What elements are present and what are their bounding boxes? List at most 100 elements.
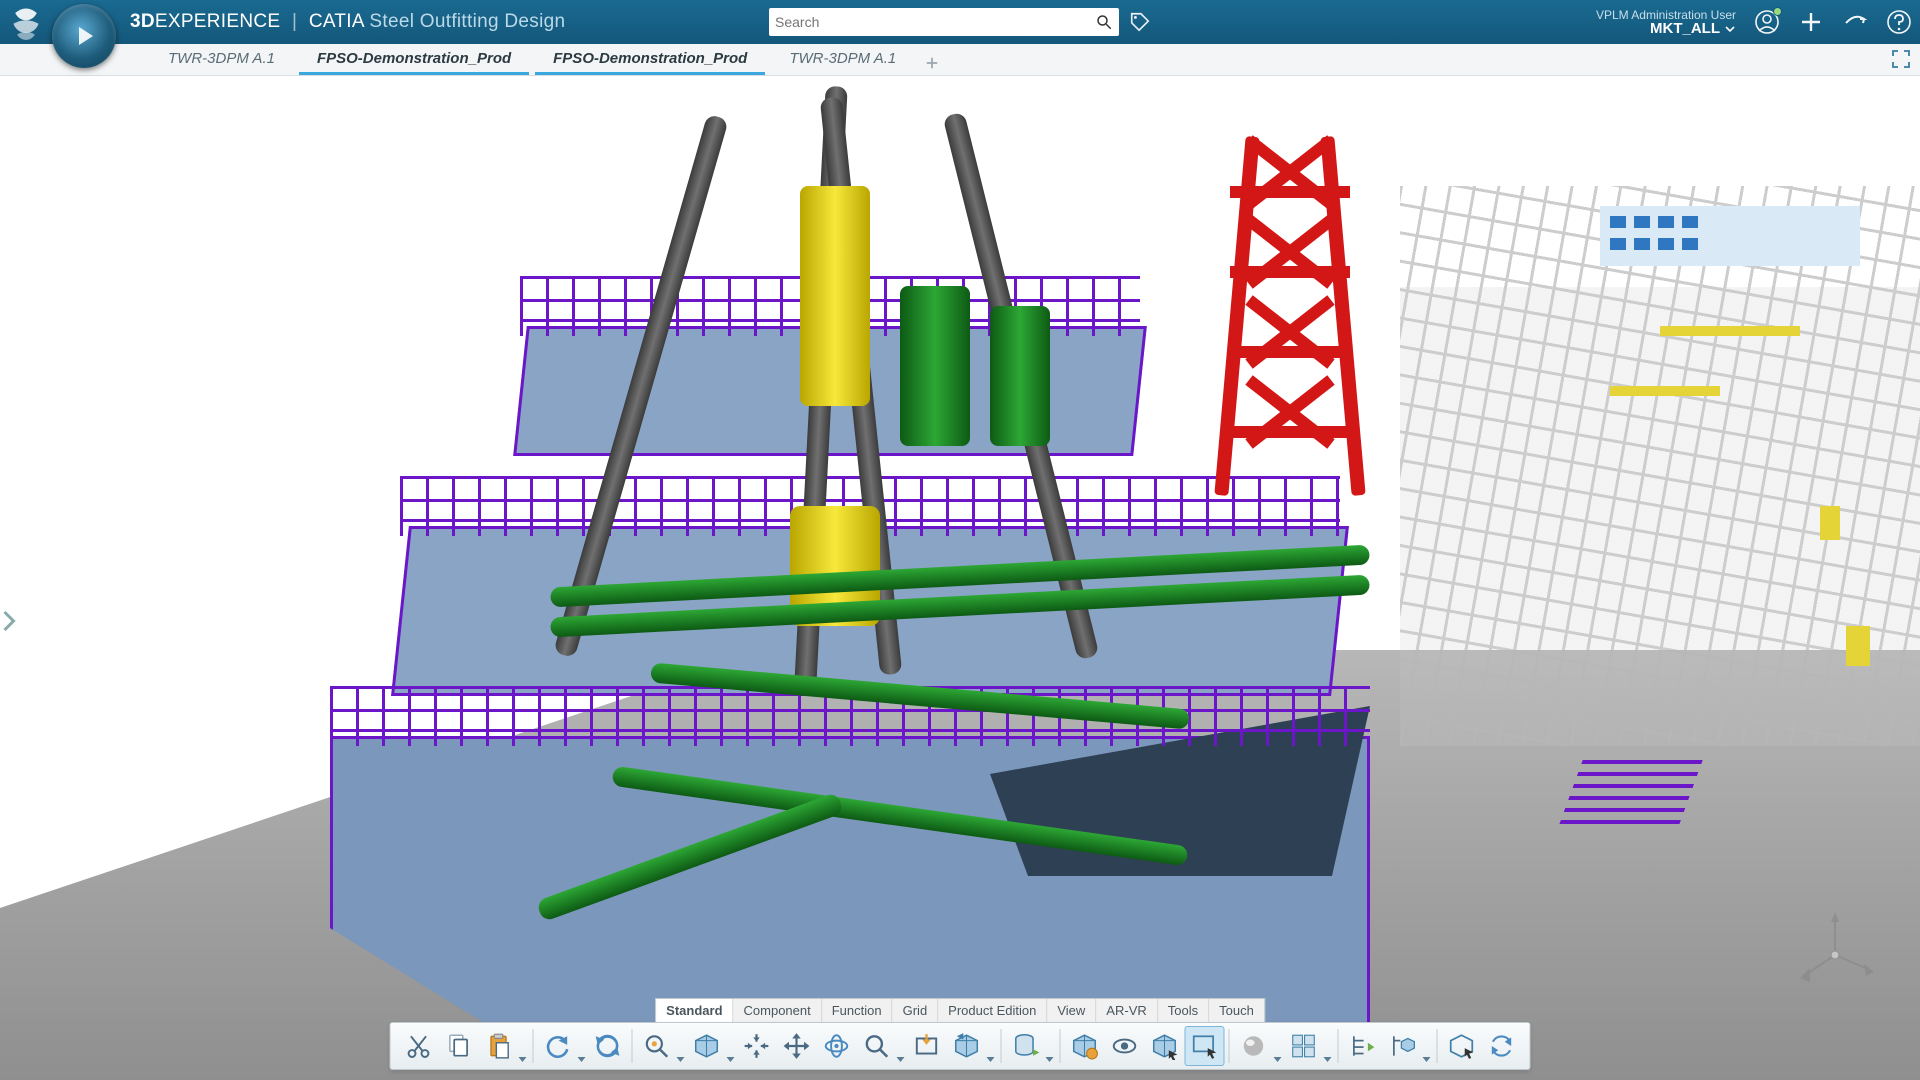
- cube-cursor-icon: [1151, 1032, 1179, 1060]
- brand-title: 3DEXPERIENCE | CATIA Steel Outfitting De…: [130, 11, 565, 33]
- action-tab-ar-vr[interactable]: AR-VR: [1096, 999, 1157, 1022]
- toolbar-separator: [1338, 1029, 1339, 1063]
- visibility-button[interactable]: [1105, 1026, 1145, 1066]
- background-structure: [1400, 186, 1920, 746]
- search-area: [769, 8, 1151, 36]
- brand-rest: EXPERIENCE: [155, 11, 280, 32]
- action-tab-touch[interactable]: Touch: [1209, 999, 1264, 1022]
- render-mode-button[interactable]: [1234, 1026, 1284, 1066]
- document-tabs: TWR-3DPM A.1FPSO-Demonstration_ProdFPSO-…: [0, 44, 1920, 76]
- zoom-find-button[interactable]: [637, 1026, 687, 1066]
- undo-button[interactable]: [538, 1026, 588, 1066]
- rotate-sync-button[interactable]: [1482, 1026, 1522, 1066]
- database-icon: [1012, 1032, 1040, 1060]
- credential-selector[interactable]: MKT_ALL: [1596, 22, 1736, 36]
- background-building: [1600, 206, 1860, 266]
- action-tab-view[interactable]: View: [1047, 999, 1096, 1022]
- add-tab-button[interactable]: [920, 51, 944, 75]
- action-tab-tools[interactable]: Tools: [1158, 999, 1209, 1022]
- zoom-target-icon: [643, 1032, 671, 1060]
- action-tab-component[interactable]: Component: [734, 999, 822, 1022]
- look-at-button[interactable]: [907, 1026, 947, 1066]
- dropdown-caret-icon: [677, 1057, 685, 1062]
- flare-tower: [1230, 136, 1350, 496]
- add-icon[interactable]: [1798, 9, 1824, 35]
- toolbar-separator: [1437, 1029, 1438, 1063]
- explore-button[interactable]: [1065, 1026, 1105, 1066]
- tree-cube-button[interactable]: [1383, 1026, 1433, 1066]
- ds-logo-icon: [8, 4, 44, 40]
- screen-cursor-icon: [1191, 1032, 1219, 1060]
- dropdown-caret-icon: [897, 1057, 905, 1062]
- brand-bold: 3D: [130, 11, 155, 32]
- select-cube-button[interactable]: [1145, 1026, 1185, 1066]
- center-arrows-icon: [743, 1032, 771, 1060]
- search-icon[interactable]: [1095, 13, 1113, 31]
- quad-icon: [1290, 1032, 1318, 1060]
- toolbar-separator: [1001, 1029, 1002, 1063]
- bg-accent: [1610, 386, 1720, 396]
- document-tab[interactable]: FPSO-Demonstration_Prod: [535, 45, 765, 75]
- search-input[interactable]: [775, 14, 1095, 30]
- user-labels: VPLM Administration User MKT_ALL: [1596, 8, 1736, 36]
- top-bar: 3DEXPERIENCE | CATIA Steel Outfitting De…: [0, 0, 1920, 44]
- toolbar-separator: [1229, 1029, 1230, 1063]
- 3d-viewport[interactable]: [0, 76, 1920, 1080]
- fullscreen-toggle-icon[interactable]: [1890, 48, 1912, 70]
- copy-button[interactable]: [439, 1026, 479, 1066]
- green-vessel: [900, 286, 970, 446]
- tree-cube-icon: [1389, 1032, 1417, 1060]
- cube-gear-icon: [1071, 1032, 1099, 1060]
- profile-icon[interactable]: [1754, 9, 1780, 35]
- yellow-cylinder: [800, 186, 870, 406]
- paste-icon: [485, 1032, 513, 1060]
- action-tab-product-edition[interactable]: Product Edition: [938, 999, 1047, 1022]
- action-tab-standard[interactable]: Standard: [656, 999, 733, 1022]
- cube-fit-icon: [693, 1032, 721, 1060]
- paste-button[interactable]: [479, 1026, 529, 1066]
- document-tab[interactable]: TWR-3DPM A.1: [150, 45, 293, 75]
- tree-expand-icon: [1349, 1032, 1377, 1060]
- action-bar: [390, 1022, 1531, 1070]
- tree-expand-handle[interactable]: [0, 606, 18, 636]
- compass-button[interactable]: [52, 4, 116, 68]
- tree-expand-button[interactable]: [1343, 1026, 1383, 1066]
- help-icon[interactable]: [1886, 9, 1912, 35]
- bg-accent: [1820, 506, 1840, 540]
- document-tab[interactable]: TWR-3DPM A.1: [771, 45, 914, 75]
- share-icon[interactable]: [1842, 9, 1868, 35]
- toolbar-separator: [1060, 1029, 1061, 1063]
- action-tab-grid[interactable]: Grid: [893, 999, 939, 1022]
- tag-icon[interactable]: [1129, 11, 1151, 33]
- dropdown-caret-icon: [1423, 1057, 1431, 1062]
- center-button[interactable]: [737, 1026, 777, 1066]
- green-vessel: [990, 306, 1050, 446]
- turret-structure: [290, 266, 1460, 1026]
- document-tab[interactable]: FPSO-Demonstration_Prod: [299, 45, 529, 75]
- brand-product: CATIA: [309, 11, 364, 32]
- action-tab-function[interactable]: Function: [822, 999, 893, 1022]
- dropdown-caret-icon: [1324, 1057, 1332, 1062]
- fit-all-button[interactable]: [687, 1026, 737, 1066]
- rotate-sync-icon: [1488, 1032, 1516, 1060]
- axis-gizmo-icon[interactable]: [1790, 910, 1880, 1000]
- chevron-down-icon: [1724, 23, 1736, 35]
- iso-views-button[interactable]: [947, 1026, 997, 1066]
- select-screen-button[interactable]: [1185, 1026, 1225, 1066]
- eye-icon: [1111, 1032, 1139, 1060]
- search-box[interactable]: [769, 8, 1119, 36]
- brand-app: Steel Outfitting Design: [369, 11, 565, 32]
- pan-button[interactable]: [777, 1026, 817, 1066]
- update-button[interactable]: [588, 1026, 628, 1066]
- cut-button[interactable]: [399, 1026, 439, 1066]
- box-arrow-button[interactable]: [1442, 1026, 1482, 1066]
- dropdown-caret-icon: [1046, 1057, 1054, 1062]
- toolbar-separator: [632, 1029, 633, 1063]
- orbit-icon: [823, 1032, 851, 1060]
- grid-quad-button[interactable]: [1284, 1026, 1334, 1066]
- user-cred: MKT_ALL: [1650, 22, 1720, 36]
- user-role: VPLM Administration User: [1596, 8, 1736, 22]
- db-save-button[interactable]: [1006, 1026, 1056, 1066]
- zoom-button[interactable]: [857, 1026, 907, 1066]
- rotate-button[interactable]: [817, 1026, 857, 1066]
